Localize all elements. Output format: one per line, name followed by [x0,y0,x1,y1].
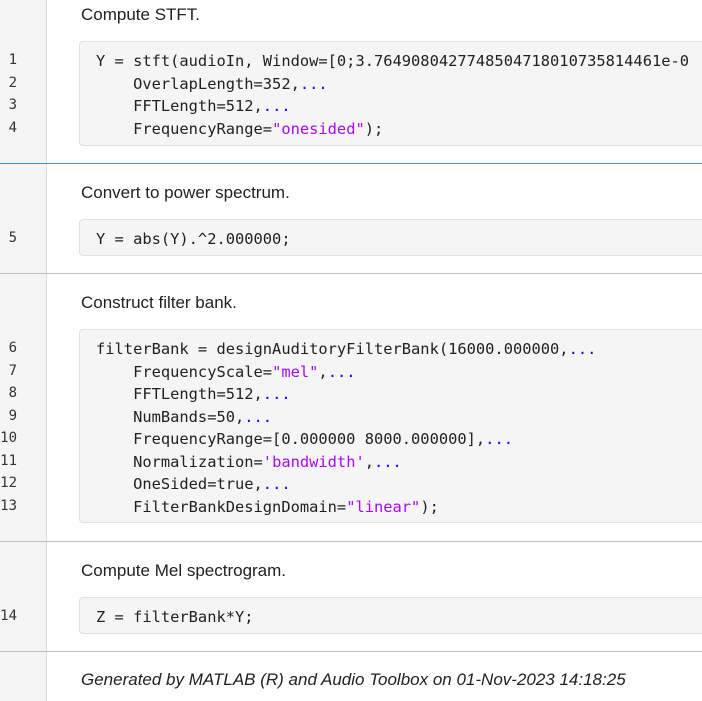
section-divider [0,273,702,274]
section-divider [0,163,702,164]
code-line-1[interactable]: Y = stft(audioIn, Window=[0;3.7649080427… [96,50,689,73]
line-number: 7 [8,362,17,379]
line-number: 10 [0,430,17,446]
line-number: 2 [8,74,17,91]
section-divider [0,651,702,652]
section-3-code-block[interactable]: filterBank = designAuditoryFilterBank(16… [79,329,702,523]
line-number: 1 [8,52,17,68]
section-2-text: Convert to power spectrum. [81,183,290,202]
code-line-12[interactable]: OneSided=true,... [96,473,291,496]
generated-footer: Generated by MATLAB (R) and Audio Toolbo… [81,670,626,689]
line-number: 5 [8,230,17,246]
code-line-9[interactable]: NumBands=50,... [96,406,272,429]
line-number: 4 [8,119,17,136]
code-line-5[interactable]: Y = abs(Y).^2.000000; [96,228,291,251]
line-number: 13 [0,497,17,514]
code-line-6[interactable]: filterBank = designAuditoryFilterBank(16… [96,338,596,361]
code-line-4[interactable]: FrequencyRange="onesided"); [96,118,383,141]
line-number: 6 [8,340,17,356]
line-number: 8 [8,385,17,401]
line-number: 12 [0,475,17,491]
section-3-text: Construct filter bank. [81,293,237,312]
code-line-10[interactable]: FrequencyRange=[0.000000 8000.000000],..… [96,428,513,451]
code-line-11[interactable]: Normalization='bandwidth',... [96,451,402,474]
section-1-text: Compute STFT. [81,5,201,24]
line-number: 3 [8,97,17,113]
code-line-7[interactable]: FrequencyScale="mel",... [96,361,355,384]
code-line-13[interactable]: FilterBankDesignDomain="linear"); [96,496,439,519]
section-4-text: Compute Mel spectrogram. [81,561,287,580]
line-number: 14 [0,608,17,624]
code-line-2[interactable]: OverlapLength=352,... [96,73,328,96]
code-line-3[interactable]: FFTLength=512,... [96,95,291,118]
line-number: 9 [8,407,17,424]
code-line-14[interactable]: Z = filterBank*Y; [96,606,254,629]
section-4-code-block[interactable]: Z = filterBank*Y; [79,597,702,634]
section-1-code-block[interactable]: Y = stft(audioIn, Window=[0;3.7649080427… [79,41,702,146]
section-divider [0,541,702,542]
code-line-8[interactable]: FFTLength=512,... [96,383,291,406]
section-2-code-block[interactable]: Y = abs(Y).^2.000000; [79,219,702,256]
line-number: 11 [0,452,17,469]
